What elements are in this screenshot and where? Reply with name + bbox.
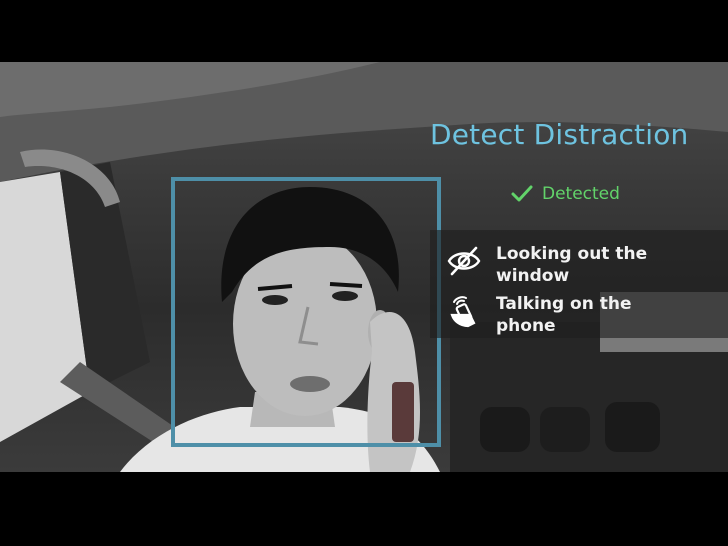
distraction-item-window: Looking out the window xyxy=(446,243,696,287)
distraction-item-phone: Talking on the phone xyxy=(446,293,696,337)
hand-phone-icon xyxy=(446,293,482,329)
eye-slash-icon xyxy=(446,243,482,279)
distraction-label: Looking out the window xyxy=(496,244,648,286)
status-label: Detected xyxy=(542,184,620,204)
distraction-label: Talking on the phone xyxy=(496,294,632,336)
letterbox-bottom xyxy=(0,472,728,546)
letterbox-top xyxy=(0,0,728,62)
check-icon xyxy=(511,185,533,202)
face-detection-box xyxy=(171,177,441,447)
detection-status: Detected xyxy=(510,182,620,206)
overlay-title: Detect Distraction xyxy=(430,118,689,151)
